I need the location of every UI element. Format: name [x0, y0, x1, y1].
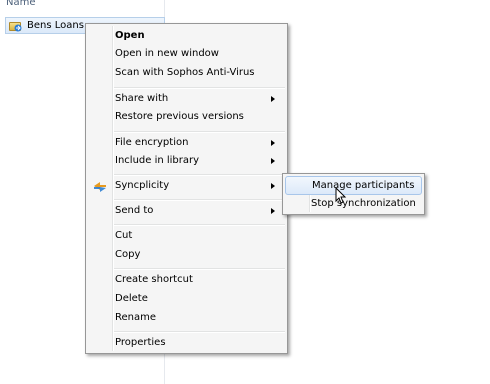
- menu-item-label: Delete: [115, 293, 148, 304]
- menu-item-label: Open: [115, 30, 145, 41]
- menu-item-open-new-window[interactable]: Open in new window: [88, 45, 285, 64]
- menu-item-label: Syncplicity: [115, 180, 170, 191]
- context-menu: Open Open in new window Scan with Sophos…: [85, 23, 288, 354]
- submenu-arrow-icon: [271, 158, 275, 164]
- syncplicity-submenu: Manage participants Stop synchronization: [282, 173, 425, 215]
- menu-item-file-encryption[interactable]: File encryption: [88, 134, 285, 153]
- submenu-item-manage-participants[interactable]: Manage participants: [285, 176, 422, 195]
- menu-item-send-to[interactable]: Send to: [88, 202, 285, 221]
- syncplicity-folder-icon: [9, 20, 23, 32]
- submenu-arrow-icon: [271, 96, 275, 102]
- menu-item-scan-sophos[interactable]: Scan with Sophos Anti-Virus: [88, 64, 285, 83]
- menu-item-label: Stop synchronization: [311, 198, 416, 209]
- column-header-name[interactable]: Name: [6, 0, 36, 8]
- menu-item-label: Scan with Sophos Anti-Virus: [115, 67, 255, 78]
- menu-item-delete[interactable]: Delete: [88, 290, 285, 309]
- menu-item-label: File encryption: [115, 137, 189, 148]
- menu-item-label: Send to: [115, 205, 154, 216]
- menu-item-copy[interactable]: Copy: [88, 246, 285, 265]
- menu-item-label: Restore previous versions: [115, 111, 244, 122]
- mouse-cursor-icon: [335, 187, 347, 204]
- menu-separator: [114, 87, 285, 89]
- menu-item-restore-previous-versions[interactable]: Restore previous versions: [88, 108, 285, 127]
- menu-separator: [114, 268, 285, 270]
- menu-item-create-shortcut[interactable]: Create shortcut: [88, 271, 285, 290]
- menu-separator: [114, 174, 285, 176]
- menu-item-properties[interactable]: Properties: [88, 334, 285, 353]
- file-name: Bens Loans: [27, 20, 84, 31]
- submenu-arrow-icon: [271, 208, 275, 214]
- submenu-arrow-icon: [271, 183, 275, 189]
- menu-separator: [114, 199, 285, 201]
- menu-item-label: Create shortcut: [115, 274, 193, 285]
- menu-item-label: Cut: [115, 230, 133, 241]
- menu-item-share-with[interactable]: Share with: [88, 90, 285, 109]
- menu-item-label: Copy: [115, 249, 141, 260]
- menu-separator: [114, 224, 285, 226]
- menu-item-label: Properties: [115, 337, 166, 348]
- menu-item-label: Open in new window: [115, 48, 219, 59]
- menu-item-label: Manage participants: [312, 180, 415, 191]
- menu-item-rename[interactable]: Rename: [88, 309, 285, 328]
- submenu-arrow-icon: [271, 140, 275, 146]
- menu-item-open[interactable]: Open: [88, 27, 285, 46]
- menu-separator: [114, 331, 285, 333]
- submenu-item-stop-synchronization[interactable]: Stop synchronization: [285, 195, 422, 214]
- menu-item-label: Include in library: [115, 155, 200, 166]
- menu-separator: [114, 131, 285, 133]
- menu-item-cut[interactable]: Cut: [88, 227, 285, 246]
- menu-item-label: Share with: [115, 93, 169, 104]
- menu-item-label: Rename: [115, 312, 157, 323]
- menu-item-include-in-library[interactable]: Include in library: [88, 152, 285, 171]
- syncplicity-icon: [94, 182, 106, 192]
- menu-item-syncplicity[interactable]: Syncplicity: [88, 177, 285, 196]
